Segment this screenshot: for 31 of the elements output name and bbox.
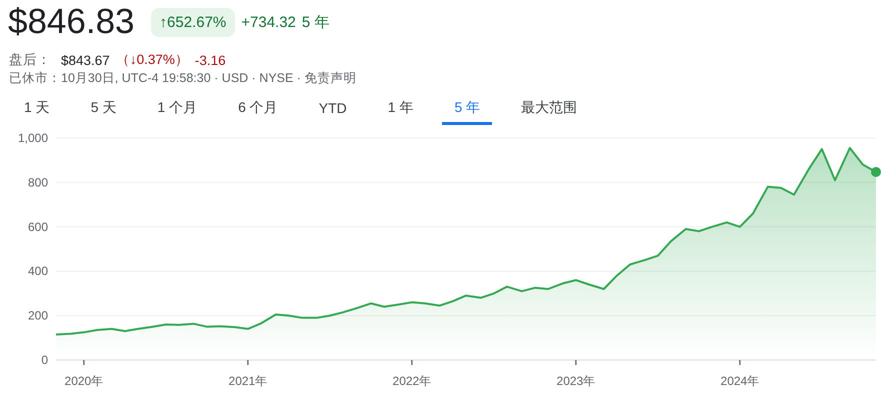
after-hours-price: $843.67 — [61, 52, 110, 68]
range-tab[interactable]: 1 天 — [12, 95, 62, 125]
percent-change-badge: ↑652.67% — [150, 8, 236, 36]
y-axis-label: 200 — [28, 308, 48, 323]
x-axis-label: 2021年 — [228, 374, 268, 388]
after-hours-label: 盘后： — [9, 51, 52, 69]
market-status-label: 已休市： — [9, 70, 61, 86]
y-axis-label: 400 — [28, 264, 48, 278]
x-axis-label: 2022年 — [392, 374, 432, 388]
y-axis-label: 0 — [41, 353, 48, 367]
range-tab[interactable]: 5 年 — [442, 95, 492, 125]
disclaimer-link[interactable]: 免责声明 — [304, 70, 356, 86]
y-axis-label: 600 — [28, 220, 48, 234]
after-hours-percent: （↓0.37%） — [116, 51, 189, 69]
y-axis-label: 800 — [28, 175, 48, 190]
range-tab[interactable]: 1 个月 — [145, 95, 210, 125]
market-status-details: 10月30日, UTC-4 19:58:30 · USD · NYSE · — [61, 70, 302, 86]
range-tab[interactable]: 1 年 — [376, 95, 426, 125]
change-period: 5 年 — [302, 12, 330, 32]
after-hours-change: -3.16 — [194, 52, 226, 68]
y-axis-label: 1,000 — [18, 131, 48, 145]
last-price-dot — [871, 166, 881, 177]
change-amount: +734.32 — [241, 14, 296, 30]
range-tab[interactable]: 5 天 — [78, 95, 128, 125]
x-axis-label: 2024年 — [720, 374, 760, 388]
range-tab[interactable]: 最大范围 — [509, 95, 590, 125]
x-axis-label: 2020年 — [64, 374, 104, 388]
range-tab[interactable]: 6 个月 — [226, 95, 290, 125]
stock-price: $846.83 — [8, 2, 135, 42]
x-axis-label: 2023年 — [556, 374, 596, 388]
range-tab[interactable]: YTD — [306, 95, 359, 125]
